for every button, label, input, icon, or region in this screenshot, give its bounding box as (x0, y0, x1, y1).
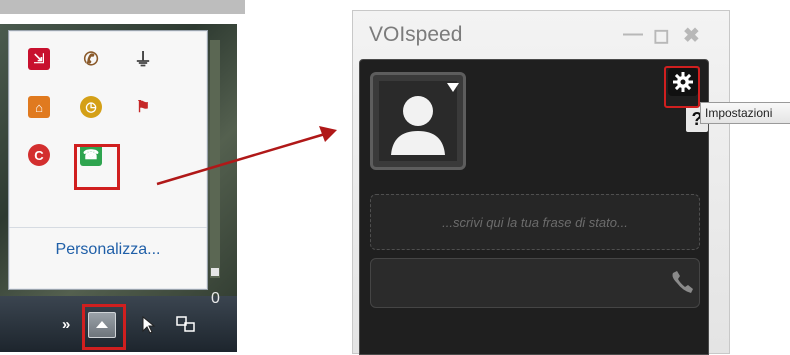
cursor-app-icon[interactable] (140, 315, 158, 334)
user-silhouette-icon (379, 81, 457, 161)
avatar[interactable] (370, 72, 466, 170)
clock-shield-icon[interactable]: ◷ (71, 87, 111, 127)
maximize-button[interactable]: ◻ (653, 23, 670, 48)
voispeed-panel: ? ...scrivi qui la tua frase di stato... (359, 59, 709, 355)
chevron-icon[interactable]: » (62, 316, 70, 333)
highlight-settings-button (664, 66, 700, 108)
window-title: VOIspeed (369, 23, 463, 46)
customize-link[interactable]: Personalizza... (9, 241, 207, 259)
status-message-input[interactable]: ...scrivi qui la tua frase di stato... (370, 194, 700, 250)
ccleaner-icon[interactable]: C (19, 135, 59, 175)
scroll-thumb[interactable] (211, 268, 219, 276)
dial-input[interactable] (370, 258, 700, 308)
phone-icon[interactable]: ✆ (71, 39, 111, 79)
clock-fragment: 0 (211, 290, 220, 307)
home-security-icon[interactable]: ⌂ (19, 87, 59, 127)
redirect-icon[interactable]: ⇲ (19, 39, 59, 79)
power-plug-icon[interactable]: ⏚ (123, 39, 163, 79)
network-icon[interactable] (176, 316, 195, 334)
close-button[interactable]: ✖ (683, 23, 700, 48)
popup-divider (9, 227, 207, 228)
highlight-show-hidden-button (82, 304, 126, 350)
phone-handset-icon[interactable] (669, 269, 695, 297)
avatar-dropdown-icon[interactable] (447, 83, 459, 92)
pointer-arrow (156, 126, 337, 186)
voispeed-window: VOIspeed — ◻ ✖ ? ...scrivi qui la tua fr… (352, 10, 730, 355)
highlight-voispeed-icon (74, 144, 120, 190)
settings-tooltip: Impostazioni (700, 102, 790, 124)
top-bar (0, 0, 245, 14)
minimize-button[interactable]: — (623, 23, 643, 46)
